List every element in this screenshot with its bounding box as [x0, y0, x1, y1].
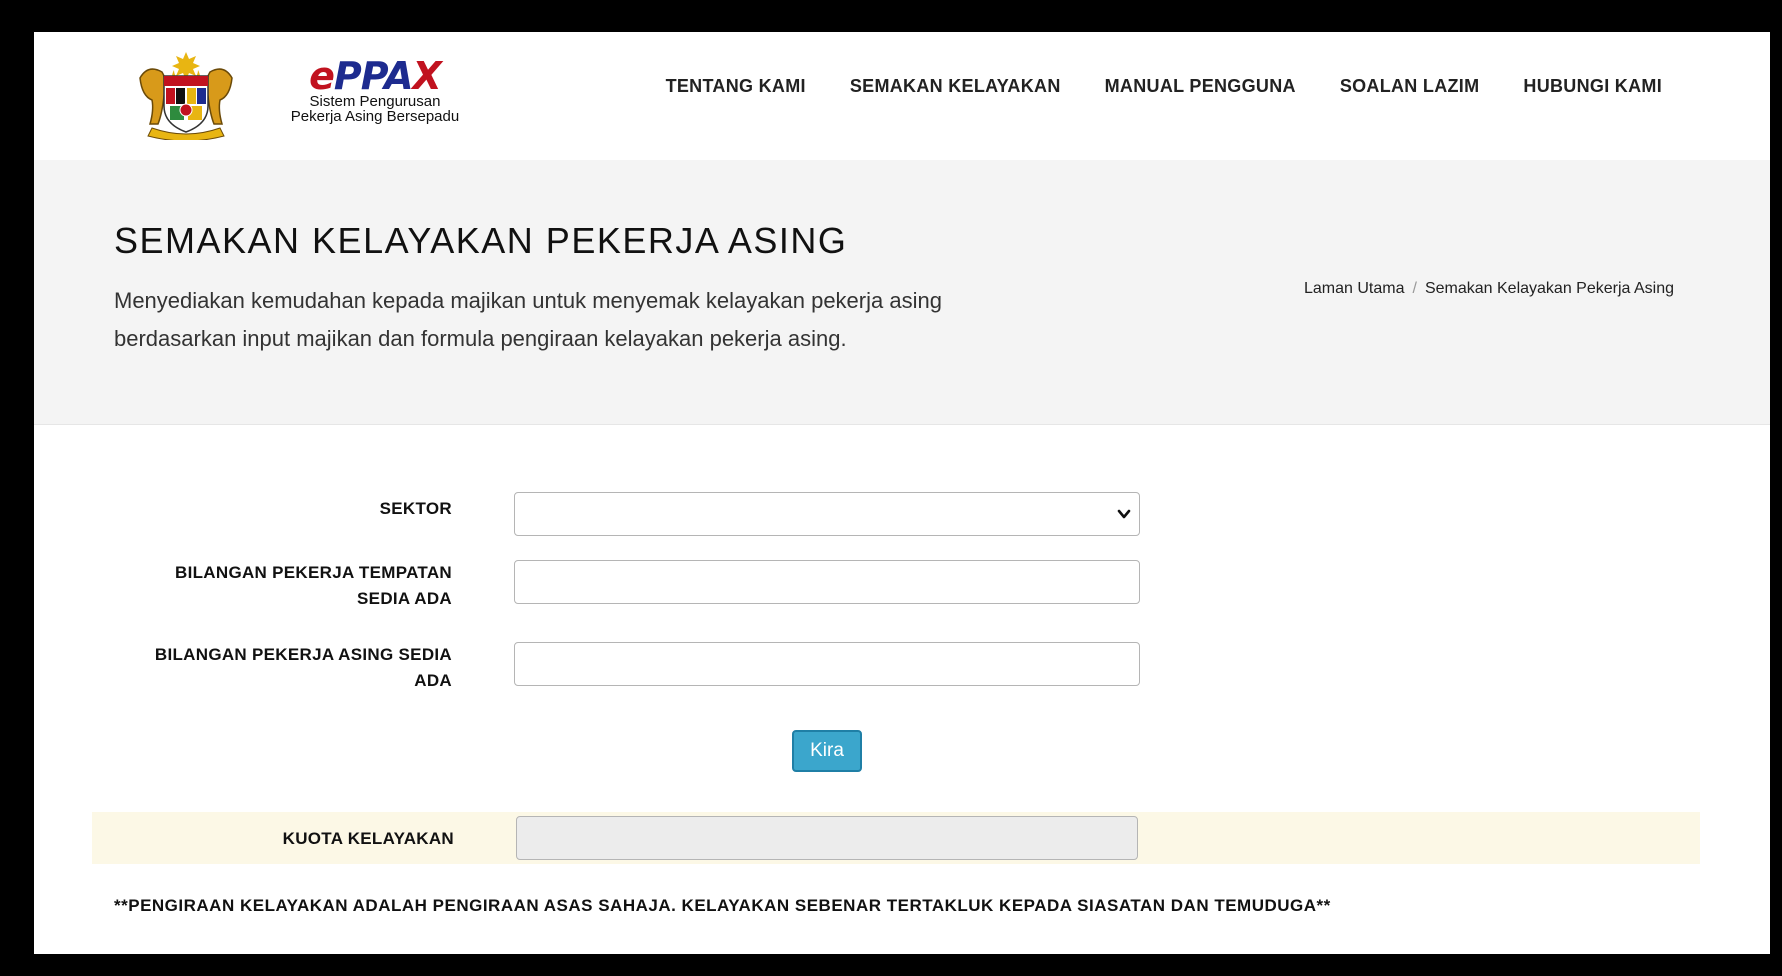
page-title: SEMAKAN KELAYAKAN PEKERJA ASING [114, 220, 848, 261]
breadcrumb-separator: / [1412, 280, 1417, 297]
eppax-logo[interactable]: ePPAX Sistem Pengurusan Pekerja Asing Be… [260, 54, 490, 138]
breadcrumb: Laman Utama / Semakan Kelayakan Pekerja As… [1304, 280, 1674, 298]
disclaimer-text: **PENGIRAAN KELAYAKAN ADALAH PENGIRAAN A… [114, 896, 1331, 915]
breadcrumb-current: Semakan Kelayakan Pekerja Asing [1424, 280, 1674, 297]
coat-of-arms-logo[interactable] [130, 48, 242, 140]
sektor-label: SEKTOR [379, 499, 452, 518]
local-workers-label: BILANGAN PEKERJA TEMPATAN SEDIA ADA [122, 560, 452, 612]
foreign-workers-label-line1: BILANGAN PEKERJA ASING SEDIA [154, 645, 452, 664]
brand-subtitle-line1: Sistem Pengurusan [309, 93, 441, 110]
quota-output-field [516, 816, 1138, 860]
brand-subtitle-line2: Pekerja Asing Bersepadu [290, 108, 460, 125]
local-workers-input[interactable] [514, 560, 1140, 604]
local-workers-label-line2: SEDIA ADA [357, 589, 452, 608]
quota-label: KUOTA KELAYAKAN [282, 829, 454, 848]
main-nav: TENTANG KAMI SEMAKAN KELAYAKAN MANUAL PE… [666, 76, 1662, 97]
kira-button[interactable]: Kira [792, 730, 862, 772]
nav-semakan-kelayakan[interactable]: SEMAKAN KELAYAKAN [850, 76, 1061, 97]
foreign-workers-label: BILANGAN PEKERJA ASING SEDIA ADA [122, 642, 452, 694]
eligibility-form: SEKTOR BILANGAN PEKERJA TEMPATAN SEDIA A… [34, 424, 1770, 954]
page-hero: SEMAKAN KELAYAKAN PEKERJA ASING Menyedia… [34, 160, 1770, 425]
local-workers-label-line1: BILANGAN PEKERJA TEMPATAN [175, 563, 452, 582]
nav-hubungi-kami[interactable]: HUBUNGI KAMI [1523, 76, 1662, 97]
page-description: Menyediakan kemudahan kepada majikan unt… [114, 288, 942, 351]
eppax-wordmark: ePPAX [309, 54, 442, 98]
breadcrumb-home-link[interactable]: Laman Utama [1304, 280, 1405, 297]
page: ePPAX Sistem Pengurusan Pekerja Asing Be… [34, 32, 1770, 954]
chevron-down-icon [1117, 509, 1131, 519]
foreign-workers-input[interactable] [514, 642, 1140, 686]
site-header: ePPAX Sistem Pengurusan Pekerja Asing Be… [34, 32, 1770, 160]
nav-soalan-lazim[interactable]: SOALAN LAZIM [1340, 76, 1480, 97]
nav-tentang-kami[interactable]: TENTANG KAMI [666, 76, 806, 97]
sektor-select[interactable] [514, 492, 1140, 536]
nav-manual-pengguna[interactable]: MANUAL PENGGUNA [1105, 76, 1296, 97]
foreign-workers-label-line2: ADA [414, 671, 452, 690]
